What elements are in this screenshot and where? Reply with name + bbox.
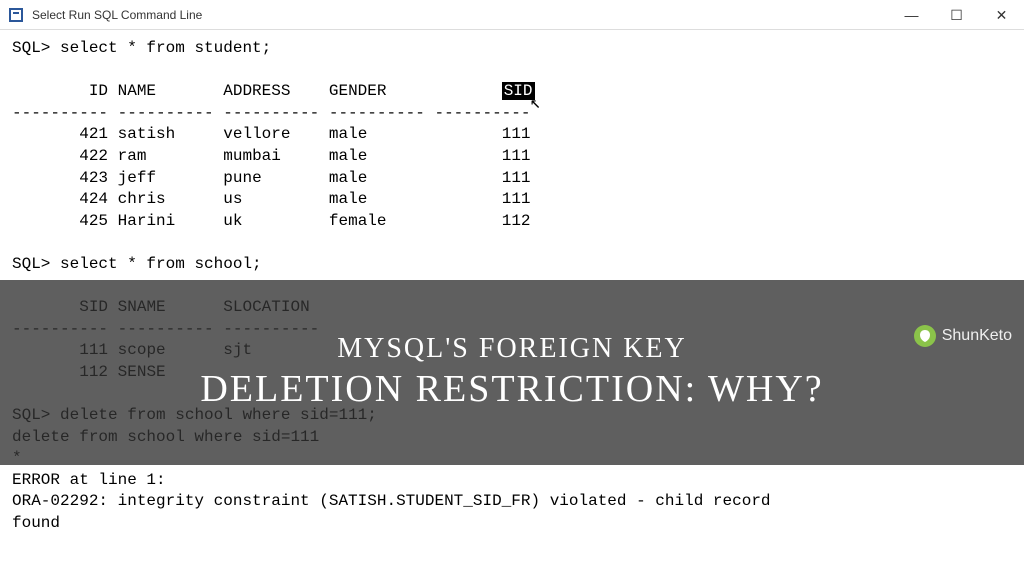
table-row: 421 satish vellore male 111 xyxy=(12,125,531,143)
table-row: 424 chris us male 111 xyxy=(12,190,531,208)
watermark-text: ShunKeto xyxy=(942,327,1012,345)
window-titlebar: Select Run SQL Command Line — ☐ ✕ xyxy=(0,0,1024,30)
sql-query-2: select * from school; xyxy=(60,255,262,273)
overlay-line-1: MYSQL'S FOREIGN KEY xyxy=(200,331,823,366)
sql-prompt: SQL> xyxy=(12,255,50,273)
table-row: 423 jeff pune male 111 xyxy=(12,169,531,187)
watermark: ShunKeto xyxy=(914,325,1012,347)
table-row: 422 ram mumbai male 111 xyxy=(12,147,531,165)
error-header: ERROR at line 1: xyxy=(12,471,166,489)
window-controls: — ☐ ✕ xyxy=(889,0,1024,30)
minimize-button[interactable]: — xyxy=(889,0,934,30)
close-button[interactable]: ✕ xyxy=(979,0,1024,30)
overlay-line-2: DELETION RESTRICTION: WHY? xyxy=(200,366,823,414)
column-sid-highlight: SID xyxy=(502,82,535,100)
app-icon xyxy=(8,7,24,23)
sql-query-1: select * from student; xyxy=(60,39,271,57)
student-table-header: ID NAME ADDRESS GENDER SID xyxy=(12,82,535,100)
sql-prompt: SQL> xyxy=(12,39,50,57)
maximize-button[interactable]: ☐ xyxy=(934,0,979,30)
window-title: Select Run SQL Command Line xyxy=(32,8,202,22)
watermark-logo-icon xyxy=(914,325,936,347)
article-title-overlay: MYSQL'S FOREIGN KEY DELETION RESTRICTION… xyxy=(0,280,1024,465)
table-row: 425 Harini uk female 112 xyxy=(12,212,531,230)
error-body: ORA-02292: integrity constraint (SATISH.… xyxy=(12,492,771,510)
error-body: found xyxy=(12,514,60,532)
